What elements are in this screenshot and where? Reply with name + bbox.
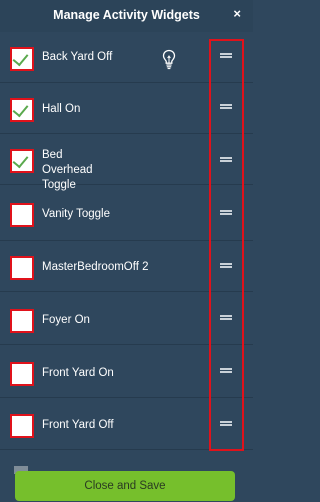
close-button[interactable]: × (233, 7, 241, 20)
page-title: Manage Activity Widgets (53, 8, 200, 22)
list-item-label: Vanity Toggle (42, 208, 110, 220)
checkbox[interactable] (10, 47, 34, 71)
list-item-label: Hall On (42, 103, 81, 115)
list-item-label: Front Yard On (42, 367, 114, 379)
drag-handle-highlight (209, 39, 244, 451)
check-icon (12, 151, 29, 169)
checkbox[interactable] (10, 362, 34, 386)
close-and-save-button[interactable]: Close and Save (15, 471, 235, 501)
check-icon (12, 100, 29, 118)
checkbox[interactable] (10, 203, 34, 227)
lightbulb-icon (162, 49, 176, 70)
checkbox[interactable] (10, 309, 34, 333)
list-item-label: Bed Overhead Toggle (42, 149, 93, 191)
list-item-label: Front Yard Off (42, 419, 114, 431)
list-item-label: Foyer On (42, 314, 90, 326)
header-bar: Manage Activity Widgets × (0, 0, 253, 32)
checkbox[interactable] (10, 414, 34, 438)
check-icon (12, 49, 29, 67)
checkbox[interactable] (10, 149, 34, 173)
list-item-label: MasterBedroomOff 2 (42, 261, 149, 273)
checkbox[interactable] (10, 256, 34, 280)
checkbox[interactable] (10, 98, 34, 122)
